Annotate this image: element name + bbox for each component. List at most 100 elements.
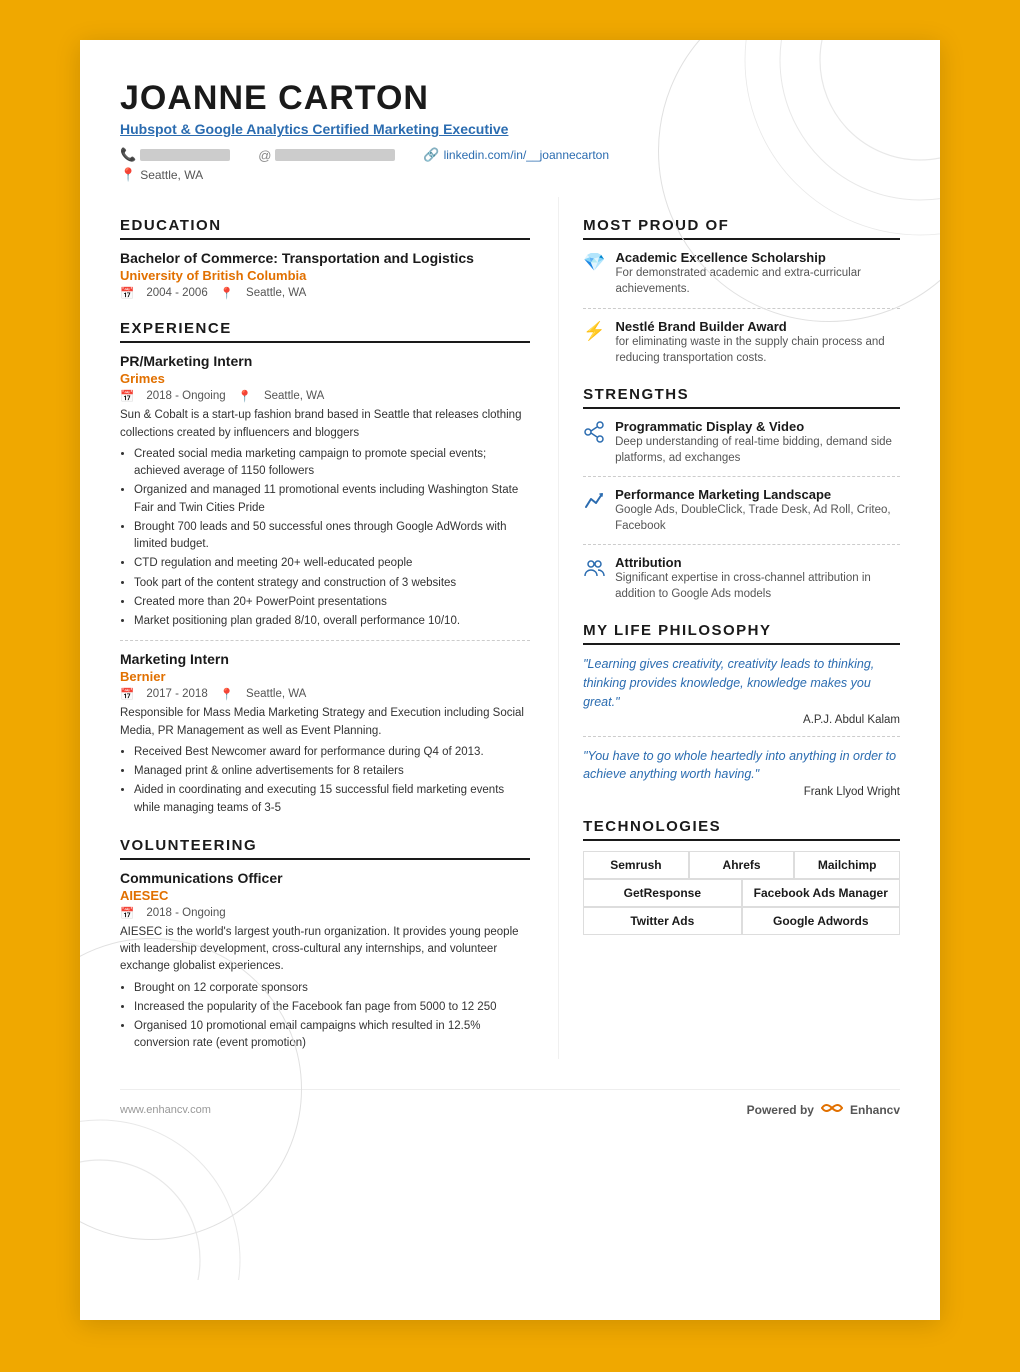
strength-3-desc: Significant expertise in cross-channel a…: [615, 570, 900, 602]
candidate-name: JOANNE CARTON: [120, 80, 900, 117]
people-icon: [583, 557, 605, 584]
job-1-meta: 📅 2018 - Ongoing 📍 Seattle, WA: [120, 389, 530, 403]
linkedin-item: 🔗 linkedin.com/in/__joannecarton: [423, 147, 609, 163]
job-1-bullet-4: CTD regulation and meeting 20+ well-educ…: [134, 555, 530, 572]
proud-item-1-title: Academic Excellence Scholarship: [616, 250, 900, 265]
edu-years: 2004 - 2006: [146, 287, 207, 299]
powered-by-text: Powered by: [747, 1103, 814, 1117]
linkedin-url: linkedin.com/in/__joannecarton: [444, 148, 609, 162]
education-meta: 📅 2004 - 2006 📍 Seattle, WA: [120, 286, 530, 300]
brand-name: Enhancv: [850, 1103, 900, 1117]
vol-bullet-1: Brought on 12 corporate sponsors: [134, 980, 530, 997]
job-2-bullet-2: Managed print & online advertisements fo…: [134, 763, 530, 780]
strength-divider-1: [583, 476, 900, 477]
job-2-bullets: Received Best Newcomer award for perform…: [120, 744, 530, 817]
proud-item-2-title: Nestlé Brand Builder Award: [616, 319, 900, 334]
school-name: University of British Columbia: [120, 268, 530, 283]
vol-description: AIESEC is the world's largest youth-run …: [120, 924, 530, 976]
strength-1-desc: Deep understanding of real-time bidding,…: [615, 434, 900, 466]
footer: www.enhancv.com Powered by Enhancv: [120, 1089, 900, 1121]
phone-blurred: [140, 149, 230, 161]
quote-1-author: A.P.J. Abdul Kalam: [583, 714, 900, 726]
philosophy-title: MY LIFE PHILOSOPHY: [583, 622, 900, 645]
proud-item-1: 💎 Academic Excellence Scholarship For de…: [583, 250, 900, 297]
email-item: @: [258, 148, 395, 163]
location-item: 📍 Seattle, WA: [120, 167, 872, 183]
quote-1-text: "Learning gives creativity, creativity l…: [583, 655, 900, 711]
degree-title: Bachelor of Commerce: Transportation and…: [120, 250, 530, 266]
tech-twitter-ads: Twitter Ads: [583, 907, 741, 935]
job-2: Marketing Intern Bernier 📅 2017 - 2018 📍…: [120, 651, 530, 817]
strength-3-content: Attribution Significant expertise in cro…: [615, 555, 900, 602]
phone-icon: 📞: [120, 147, 136, 163]
job-2-description: Responsible for Mass Media Marketing Str…: [120, 705, 530, 740]
strength-divider-2: [583, 544, 900, 545]
volunteering-section: VOLUNTEERING Communications Officer AIES…: [120, 837, 530, 1053]
job-1-description: Sun & Cobalt is a start-up fashion brand…: [120, 407, 530, 442]
location-text: Seattle, WA: [140, 168, 203, 182]
proud-item-1-desc: For demonstrated academic and extra-curr…: [616, 265, 900, 297]
email-icon: @: [258, 148, 271, 163]
job-1-years: 2018 - Ongoing: [146, 390, 225, 402]
footer-website: www.enhancv.com: [120, 1104, 211, 1116]
vol-role-title: Communications Officer: [120, 870, 530, 886]
strength-2-content: Performance Marketing Landscape Google A…: [615, 487, 900, 534]
job-2-years: 2017 - 2018: [146, 688, 207, 700]
proud-item-2-desc: for eliminating waste in the supply chai…: [616, 334, 900, 366]
edu-location-icon: 📍: [220, 286, 234, 300]
job-2-location: Seattle, WA: [246, 688, 306, 700]
tech-getresponse: GetResponse: [583, 879, 741, 907]
candidate-title: Hubspot & Google Analytics Certified Mar…: [120, 121, 900, 137]
job-2-loc-icon: 📍: [220, 687, 234, 701]
philosophy-section: MY LIFE PHILOSOPHY "Learning gives creat…: [583, 622, 900, 798]
tech-semrush: Semrush: [583, 851, 689, 879]
strength-2: Performance Marketing Landscape Google A…: [583, 487, 900, 534]
job-2-cal-icon: 📅: [120, 687, 134, 701]
experience-title: EXPERIENCE: [120, 320, 530, 343]
tech-google-adwords: Google Adwords: [742, 907, 900, 935]
footer-brand: Powered by Enhancv: [747, 1100, 900, 1121]
strength-2-desc: Google Ads, DoubleClick, Trade Desk, Ad …: [615, 502, 900, 534]
proud-title: MOST PROUD OF: [583, 217, 900, 240]
job-1-loc-icon: 📍: [238, 389, 252, 403]
tech-row-2: GetResponse Facebook Ads Manager: [583, 879, 900, 907]
strength-1-title: Programmatic Display & Video: [615, 419, 900, 434]
proud-divider: [583, 308, 900, 309]
proud-section: MOST PROUD OF 💎 Academic Excellence Scho…: [583, 217, 900, 365]
technologies-section: TECHNOLOGIES Semrush Ahrefs Mailchimp Ge…: [583, 818, 900, 935]
tech-row-3: Twitter Ads Google Adwords: [583, 907, 900, 935]
linkedin-icon: 🔗: [423, 147, 439, 163]
left-column: EDUCATION Bachelor of Commerce: Transpor…: [120, 197, 530, 1058]
vol-company: AIESEC: [120, 888, 530, 903]
job-1-bullet-3: Brought 700 leads and 50 successful ones…: [134, 519, 530, 554]
job-1-company: Grimes: [120, 371, 530, 386]
job-2-title: Marketing Intern: [120, 651, 530, 667]
contact-row: 📞 @ 🔗 linkedin.com/in/__joannecarton 📍 S…: [120, 147, 900, 187]
lightning-icon: ⚡: [583, 321, 605, 342]
vol-years: 2018 - Ongoing: [146, 907, 225, 919]
job-1-bullet-7: Market positioning plan graded 8/10, ove…: [134, 613, 530, 630]
edu-location: Seattle, WA: [246, 287, 306, 299]
job-2-bullet-3: Aided in coordinating and executing 15 s…: [134, 782, 530, 817]
job-2-meta: 📅 2017 - 2018 📍 Seattle, WA: [120, 687, 530, 701]
location-icon: 📍: [120, 167, 136, 183]
email-blurred: [275, 149, 395, 161]
job-1-bullets: Created social media marketing campaign …: [120, 446, 530, 631]
tech-ahrefs: Ahrefs: [689, 851, 795, 879]
tech-facebook-ads: Facebook Ads Manager: [742, 879, 900, 907]
quote-2-text: "You have to go whole heartedly into any…: [583, 747, 900, 785]
strengths-section: STRENGTHS Programmatic Display & Video: [583, 386, 900, 603]
experience-section: EXPERIENCE PR/Marketing Intern Grimes 📅 …: [120, 320, 530, 817]
vol-meta: 📅 2018 - Ongoing: [120, 906, 530, 920]
philosophy-divider: [583, 736, 900, 737]
chart-icon: [583, 489, 605, 516]
strengths-title: STRENGTHS: [583, 386, 900, 409]
strength-1-content: Programmatic Display & Video Deep unders…: [615, 419, 900, 466]
job-1-cal-icon: 📅: [120, 389, 134, 403]
vol-cal-icon: 📅: [120, 906, 134, 920]
diamond-icon: 💎: [583, 252, 605, 273]
job-1-title: PR/Marketing Intern: [120, 353, 530, 369]
enhancv-logo-icon: [820, 1100, 844, 1121]
resume-page: JOANNE CARTON Hubspot & Google Analytics…: [80, 40, 940, 1320]
job-1-bullet-5: Took part of the content strategy and co…: [134, 575, 530, 592]
